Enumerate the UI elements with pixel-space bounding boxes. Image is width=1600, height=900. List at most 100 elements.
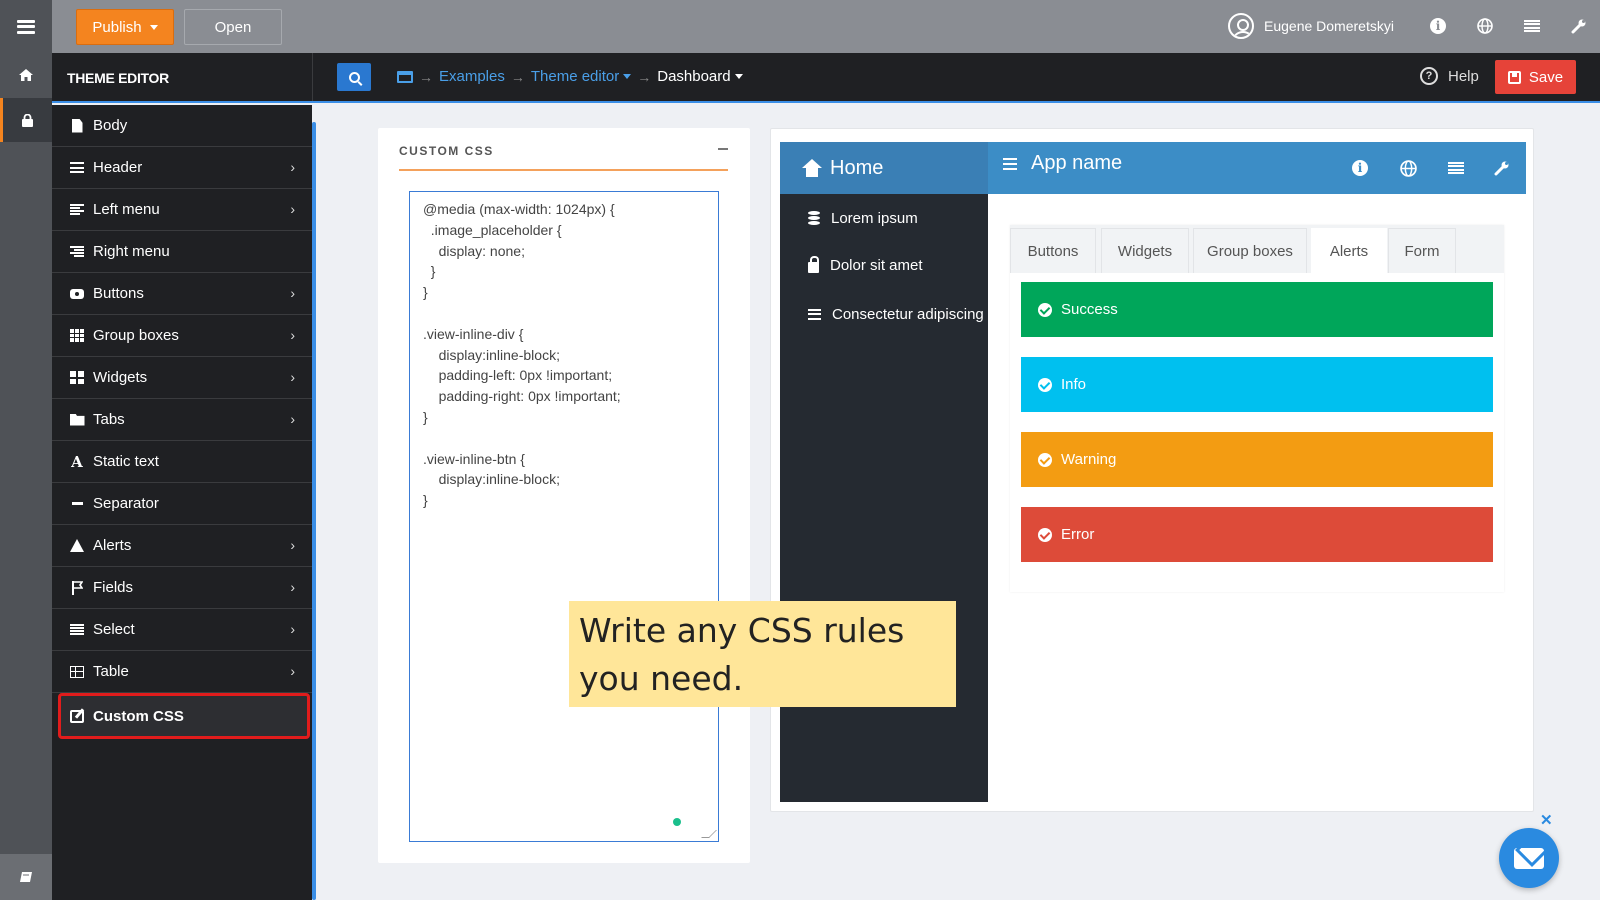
collapse-icon[interactable]: [718, 148, 728, 150]
browser-window-icon[interactable]: [397, 70, 413, 83]
globe-icon[interactable]: [1474, 14, 1496, 38]
breadcrumb-theme-editor-label: Theme editor: [530, 68, 620, 85]
nav-item-group-boxes[interactable]: Group boxes ›: [52, 315, 312, 357]
caret-down-icon: [734, 74, 743, 79]
nav-item-label: Fields: [93, 579, 134, 596]
left-rail: [0, 53, 52, 900]
user-menu[interactable]: Eugene Domeretskyi: [1228, 12, 1394, 40]
list-icon[interactable]: [1521, 14, 1543, 38]
wrench-icon[interactable]: [1568, 14, 1590, 38]
list-icon[interactable]: [1446, 157, 1466, 179]
check-circle-icon: [1038, 302, 1052, 317]
chevron-right-icon: ›: [290, 621, 295, 637]
floppy-disk-icon: [1507, 70, 1521, 84]
user-avatar-icon: [1228, 13, 1254, 39]
preview-menu-item[interactable]: Dolor sit amet: [808, 253, 923, 277]
sidenav-scrollbar[interactable]: [312, 122, 316, 900]
preview-tab-buttons[interactable]: Buttons: [1010, 228, 1096, 273]
font-icon: A: [71, 452, 83, 471]
custom-css-panel: CUSTOM CSS: [378, 128, 750, 863]
flag-icon: [69, 580, 85, 595]
alert-label: Warning: [1061, 451, 1117, 468]
nav-item-left-menu[interactable]: Left menu ›: [52, 189, 312, 231]
nav-item-buttons[interactable]: Buttons ›: [52, 273, 312, 315]
alert-error: Error: [1021, 507, 1493, 562]
envelope-icon: [1514, 847, 1544, 869]
nav-item-label: Left menu: [93, 201, 160, 218]
book-icon[interactable]: [0, 854, 52, 900]
save-button[interactable]: Save: [1495, 60, 1576, 94]
wrench-icon[interactable]: [1492, 157, 1512, 179]
tutorial-callout: Write any CSS rules you need.: [569, 601, 956, 707]
hamburger-icon: [17, 19, 35, 34]
breadcrumb-dashboard[interactable]: Dashboard: [657, 68, 743, 85]
help-link[interactable]: ? Help: [1420, 67, 1479, 85]
bars-icon: [1003, 157, 1017, 170]
caret-down-icon: [149, 24, 158, 30]
preview-tab-alerts[interactable]: Alerts: [1311, 228, 1387, 273]
publish-label: Publish: [92, 18, 142, 36]
nav-item-widgets[interactable]: Widgets ›: [52, 357, 312, 399]
nav-item-table[interactable]: Table ›: [52, 651, 312, 693]
preview-menu-label: Dolor sit amet: [830, 256, 923, 274]
nav-item-right-menu[interactable]: Right menu: [52, 231, 312, 273]
globe-icon[interactable]: [1398, 157, 1418, 179]
panel-title: THEME EDITOR: [67, 70, 169, 86]
preview-menu-item[interactable]: Lorem ipsum: [808, 206, 918, 230]
search-button[interactable]: [337, 63, 371, 91]
alert-info: Info: [1021, 357, 1493, 412]
nav-item-body[interactable]: Body: [52, 105, 312, 147]
preview-tab-form[interactable]: Form: [1388, 228, 1456, 273]
close-icon[interactable]: ✕: [1540, 811, 1553, 829]
custom-css-textarea[interactable]: [409, 191, 719, 842]
nav-item-label: Group boxes: [93, 327, 179, 344]
alert-warning: Warning: [1021, 432, 1493, 487]
preview-tab-widgets[interactable]: Widgets: [1101, 228, 1189, 273]
status-dot-icon: [673, 818, 681, 826]
nav-item-custom-css[interactable]: Custom CSS: [58, 693, 310, 739]
arrow-right-icon: →: [510, 68, 525, 85]
chevron-right-icon: ›: [290, 201, 295, 217]
breadcrumb-examples[interactable]: Examples: [439, 68, 505, 85]
nav-item-label: Alerts: [93, 537, 132, 554]
search-icon: [348, 71, 360, 83]
nav-item-static-text[interactable]: A Static text: [52, 441, 312, 483]
lock-icon[interactable]: [0, 98, 52, 142]
panel-divider: [399, 169, 728, 171]
chat-widget-button[interactable]: [1499, 828, 1559, 888]
arrow-right-icon: →: [637, 68, 652, 85]
nav-item-tabs[interactable]: Tabs ›: [52, 399, 312, 441]
align-right-icon: [69, 246, 85, 257]
preview-home-link[interactable]: Home: [780, 142, 988, 194]
user-name: Eugene Domeretskyi: [1264, 18, 1394, 34]
nav-item-label: Select: [93, 621, 135, 638]
main-menu-button[interactable]: [0, 0, 52, 53]
preview-tab-group-boxes[interactable]: Group boxes: [1193, 228, 1307, 273]
info-icon[interactable]: i: [1350, 157, 1370, 179]
preview-app-name[interactable]: App name: [1003, 152, 1122, 175]
nav-item-separator[interactable]: Separator: [52, 483, 312, 525]
preview-menu-item[interactable]: Consectetur adipiscing: [808, 302, 984, 326]
nav-item-header[interactable]: Header ›: [52, 147, 312, 189]
chevron-right-icon: ›: [290, 579, 295, 595]
grid-icon: [69, 329, 85, 342]
publish-button[interactable]: Publish: [76, 9, 174, 45]
nav-item-fields[interactable]: Fields ›: [52, 567, 312, 609]
info-icon[interactable]: i: [1427, 14, 1449, 38]
nav-item-select[interactable]: Select ›: [52, 609, 312, 651]
alert-label: Info: [1061, 376, 1087, 393]
chevron-right-icon: ›: [290, 285, 295, 301]
editor-header: THEME EDITOR → Examples → Theme editor →…: [52, 53, 1600, 103]
breadcrumb-theme-editor[interactable]: Theme editor: [530, 68, 632, 85]
home-icon[interactable]: [0, 53, 52, 97]
nav-item-alerts[interactable]: Alerts ›: [52, 525, 312, 567]
chevron-right-icon: ›: [290, 369, 295, 385]
nav-item-label: Right menu: [93, 243, 170, 260]
nav-item-label: Tabs: [93, 411, 125, 428]
nav-item-label: Separator: [93, 495, 159, 512]
open-button[interactable]: Open: [184, 9, 282, 45]
nav-item-label: Table: [93, 663, 129, 680]
nav-item-label: Static text: [93, 453, 159, 470]
question-circle-icon: ?: [1420, 67, 1438, 85]
list-icon: [69, 624, 85, 635]
